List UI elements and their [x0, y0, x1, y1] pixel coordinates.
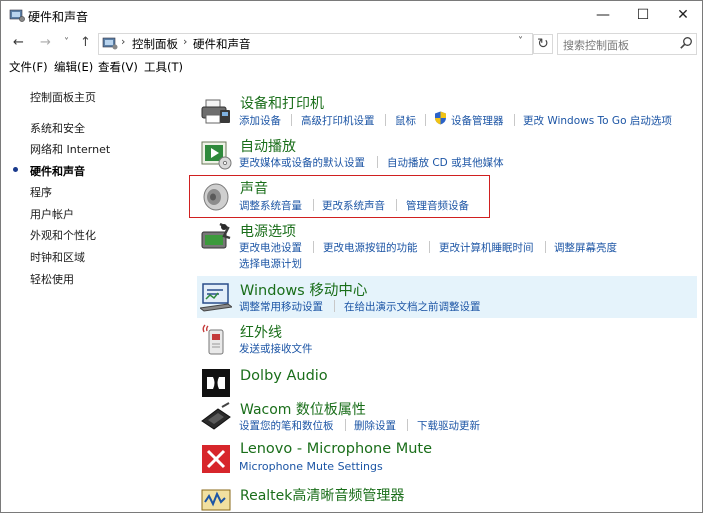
link-autoplay-cd[interactable]: 自动播放 CD 或其他媒体	[387, 155, 504, 170]
recent-locations-chevron-icon[interactable]: ˅	[64, 37, 69, 48]
link-divider	[425, 114, 426, 126]
link-divider	[545, 241, 546, 253]
link-adjust-mobility-settings[interactable]: 调整常用移动设置	[239, 299, 323, 314]
link-delete-settings[interactable]: 删除设置	[354, 418, 396, 433]
link-divider	[345, 419, 346, 431]
sidebar-item-user-accounts[interactable]: 用户帐户	[30, 206, 74, 222]
category-title[interactable]: Windows 移动中心	[240, 279, 367, 300]
breadcrumb-hardware-sound[interactable]: 硬件和声音	[193, 36, 251, 52]
category-dolby-audio: Dolby Audio	[197, 365, 697, 397]
window-title: 硬件和声音	[28, 10, 89, 24]
link-advanced-printer-setup[interactable]: 高级打印机设置	[301, 113, 375, 128]
microphone-mute-icon	[202, 445, 230, 473]
category-devices-printers: 设备和打印机 添加设备 高级打印机设置 鼠标 设备管理器 更改 Windows …	[197, 92, 697, 132]
category-windows-mobility-center: Windows 移动中心 调整常用移动设置 在给出演示文档之前调整设置	[197, 276, 697, 318]
link-setup-pen-tablet[interactable]: 设置您的笔和数位板	[239, 418, 334, 433]
tablet-icon	[201, 402, 231, 430]
close-button[interactable]: ✕	[664, 1, 702, 31]
sidebar-item-clock-region[interactable]: 时钟和区域	[30, 249, 85, 265]
forward-arrow-icon[interactable]: →	[40, 35, 51, 50]
link-send-receive-files[interactable]: 发送或接收文件	[239, 341, 313, 356]
sidebar-item-hardware-sound[interactable]: 硬件和声音	[30, 163, 85, 179]
sidebar-item-programs[interactable]: 程序	[30, 184, 52, 200]
printer-icon	[201, 99, 230, 124]
current-page-bullet-icon	[13, 167, 18, 172]
link-device-manager[interactable]: 设备管理器	[451, 113, 504, 128]
control-panel-icon	[9, 9, 25, 22]
category-title[interactable]: Dolby Audio	[240, 368, 328, 384]
link-divider	[429, 241, 430, 253]
menu-bar: 文件(F) 编辑(E) 查看(V) 工具(T)	[1, 59, 702, 77]
search-icon[interactable]	[679, 36, 693, 50]
category-wacom-tablet: Wacom 数位板属性 设置您的笔和数位板 删除设置 下载驱动更新	[197, 398, 697, 438]
up-arrow-icon[interactable]: ↑	[80, 35, 91, 50]
sidebar-item-network-internet[interactable]: 网络和 Internet	[30, 141, 110, 157]
link-mouse[interactable]: 鼠标	[395, 113, 416, 128]
maximize-button[interactable]: ☐	[624, 1, 662, 31]
link-divider	[313, 241, 314, 253]
sound-highlight-frame	[189, 175, 490, 218]
link-add-device[interactable]: 添加设备	[239, 113, 281, 128]
link-divider	[334, 300, 335, 312]
link-divider	[407, 419, 408, 431]
menu-tools[interactable]: 工具(T)	[144, 59, 183, 75]
link-sleep-time[interactable]: 更改计算机睡眠时间	[439, 240, 534, 255]
link-divider	[377, 156, 378, 168]
menu-view[interactable]: 查看(V)	[98, 59, 138, 75]
minimize-button[interactable]: —	[584, 1, 622, 31]
link-divider	[385, 114, 386, 126]
link-power-button-function[interactable]: 更改电源按钮的功能	[323, 240, 418, 255]
search-placeholder: 搜索控制面板	[563, 39, 629, 52]
category-title[interactable]: 自动播放	[240, 136, 296, 156]
category-title[interactable]: 设备和打印机	[240, 93, 324, 113]
navigation-bar: ← → ˅ ↑ › 控制面板 › 硬件和声音 ˅ ↻ 搜索控制面板	[1, 32, 702, 56]
link-windows-to-go[interactable]: 更改 Windows To Go 启动选项	[523, 113, 672, 128]
menu-file[interactable]: 文件(F)	[9, 59, 48, 75]
address-dropdown-icon[interactable]: ˅	[518, 36, 523, 47]
infrared-icon	[202, 324, 224, 355]
link-change-default-media[interactable]: 更改媒体或设备的默认设置	[239, 155, 365, 170]
link-screen-brightness[interactable]: 调整屏幕亮度	[554, 240, 617, 255]
category-title[interactable]: Wacom 数位板属性	[240, 399, 366, 419]
link-divider	[291, 114, 292, 126]
link-divider	[514, 114, 515, 126]
category-lenovo-microphone-mute: Lenovo - Microphone Mute Microphone Mute…	[197, 440, 697, 480]
link-download-driver-update[interactable]: 下载驱动更新	[417, 418, 480, 433]
sidebar-item-ease-of-access[interactable]: 轻松使用	[30, 271, 74, 287]
control-panel-icon	[102, 37, 118, 50]
breadcrumb-control-panel[interactable]: 控制面板	[132, 36, 178, 52]
power-icon	[201, 222, 231, 249]
category-power-options: 电源选项 更改电池设置 更改电源按钮的功能 更改计算机睡眠时间 调整屏幕亮度 选…	[197, 220, 697, 272]
sidebar-item-appearance[interactable]: 外观和个性化	[30, 227, 96, 243]
category-title[interactable]: 电源选项	[240, 221, 296, 241]
link-microphone-mute-settings[interactable]: Microphone Mute Settings	[239, 460, 383, 473]
menu-edit[interactable]: 编辑(E)	[54, 59, 93, 75]
category-infrared: 红外线 发送或接收文件	[197, 321, 697, 361]
control-panel-window: 硬件和声音 — ☐ ✕ ← → ˅ ↑ › 控制面板 › 硬件和声音 ˅ ↻ 搜…	[0, 0, 703, 513]
sidebar-item-system-security[interactable]: 系统和安全	[30, 120, 85, 136]
realtek-audio-icon	[201, 489, 231, 511]
address-bar[interactable]: › 控制面板 › 硬件和声音	[98, 33, 533, 55]
link-change-battery-settings[interactable]: 更改电池设置	[239, 240, 302, 255]
breadcrumb-chevron-icon: ›	[183, 35, 188, 48]
title-bar: 硬件和声音 — ☐ ✕	[1, 1, 702, 31]
dolby-icon	[202, 369, 230, 397]
autoplay-icon	[201, 141, 232, 170]
category-autoplay: 自动播放 更改媒体或设备的默认设置 自动播放 CD 或其他媒体	[197, 135, 697, 175]
sidebar-item-control-panel-home[interactable]: 控制面板主页	[30, 89, 96, 105]
search-box[interactable]: 搜索控制面板	[557, 33, 697, 55]
mobility-center-icon	[200, 283, 232, 312]
refresh-button[interactable]: ↻	[533, 34, 553, 54]
back-arrow-icon[interactable]: ←	[13, 35, 24, 50]
link-choose-power-plan[interactable]: 选择电源计划	[239, 256, 302, 271]
breadcrumb-chevron-icon: ›	[121, 35, 126, 48]
uac-shield-icon	[435, 111, 446, 125]
category-title[interactable]: Realtek高清晰音频管理器	[240, 485, 404, 505]
link-presentation-settings[interactable]: 在给出演示文档之前调整设置	[344, 299, 481, 314]
category-title[interactable]: Lenovo - Microphone Mute	[240, 441, 432, 457]
category-title[interactable]: 红外线	[240, 322, 282, 342]
category-realtek-audio: Realtek高清晰音频管理器	[197, 483, 697, 511]
